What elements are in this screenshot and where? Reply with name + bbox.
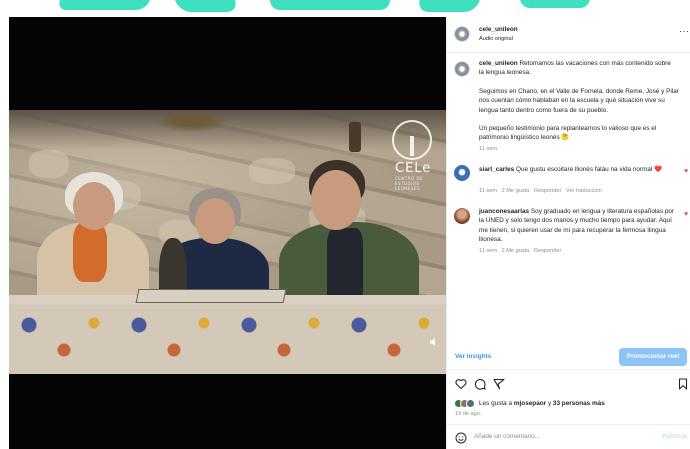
avatar xyxy=(466,399,475,408)
comment-icon[interactable] xyxy=(474,377,486,390)
comment-reply[interactable]: Responder xyxy=(534,188,561,194)
face xyxy=(311,170,361,230)
cele-logo-icon xyxy=(392,120,432,160)
caption-text-3: Un pequeño testimonio para replantearnos… xyxy=(479,125,657,142)
mute-icon[interactable] xyxy=(429,337,439,347)
background-shape xyxy=(520,0,590,8)
reel-video-player[interactable]: CELe CENTRO DE ESTUDIOS LEONESES xyxy=(9,17,446,449)
more-icon[interactable]: ··· xyxy=(679,27,690,36)
comment-reply[interactable]: Responder xyxy=(534,248,561,254)
comment-username[interactable]: siarl_carles xyxy=(479,166,514,173)
scarf xyxy=(73,222,107,282)
comment-likes[interactable]: 2 Me gusta xyxy=(502,188,530,194)
avatar[interactable] xyxy=(454,208,470,224)
comment: siarl_carles Que gustu escoitare llionés… xyxy=(479,165,674,174)
comment: juanconesaarlas Soy graduado en lengua y… xyxy=(479,207,679,245)
video-logo-subtext: CENTRO DE ESTUDIOS LEONESES xyxy=(395,176,424,191)
comment-time: 11 sem xyxy=(479,188,497,194)
tablecloth-pattern xyxy=(9,305,446,374)
background-shape xyxy=(56,0,154,10)
likes-connector: y xyxy=(547,400,552,407)
video-frame[interactable]: CELe CENTRO DE ESTUDIOS LEONESES xyxy=(9,110,446,374)
avatar[interactable] xyxy=(454,26,470,42)
background-shape xyxy=(270,0,390,10)
stone xyxy=(249,158,295,184)
bookmark-icon[interactable] xyxy=(677,377,689,390)
comment-text: Que gustu escoitare llionés falàu na vid… xyxy=(515,166,663,173)
avatar[interactable] xyxy=(454,61,470,77)
share-icon[interactable] xyxy=(493,377,505,390)
likes-summary: Les gusta a mjosepaor y 33 personas más xyxy=(479,400,605,407)
comment-time: 11 sem xyxy=(479,248,497,254)
divider xyxy=(447,424,690,425)
emoji-icon[interactable] xyxy=(455,431,467,444)
insights-link[interactable]: Ver insights xyxy=(455,353,491,360)
audio-label[interactable]: Audio original xyxy=(479,35,513,43)
heart-icon[interactable] xyxy=(455,377,467,390)
comment-meta: 11 sem 2 Me gusta Responder Ver traducci… xyxy=(479,187,679,195)
promote-reel-button[interactable]: Promocionar reel xyxy=(619,348,687,366)
likes-prefix: Les gusta a xyxy=(479,400,513,407)
wall-decoration xyxy=(155,110,229,132)
divider xyxy=(447,52,690,53)
caption-text-2: Seguimos en Chano, en el Valle de Fornel… xyxy=(479,88,679,114)
comment-translate[interactable]: Ver traducción xyxy=(566,188,602,194)
stone xyxy=(29,150,69,178)
liker-avatars[interactable] xyxy=(454,399,476,408)
avatar[interactable] xyxy=(454,165,470,181)
post-details-panel: cele_unileon Audio original ··· cele_uni… xyxy=(446,17,690,449)
heart-icon[interactable]: ♥ xyxy=(684,211,688,218)
photo-album xyxy=(135,289,287,303)
publish-button[interactable]: Publicar xyxy=(662,433,687,440)
post-username[interactable]: cele_unileon xyxy=(479,25,518,34)
comment-meta: 11 sem 2 Me gusta Responder xyxy=(479,247,679,255)
screen: CELe CENTRO DE ESTUDIOS LEONESES cele_un… xyxy=(0,0,690,449)
divider xyxy=(447,369,690,370)
caption-time: 11 sem xyxy=(479,146,497,152)
comment-username[interactable]: juanconesaarlas xyxy=(479,208,529,215)
likes-others[interactable]: 33 personas más xyxy=(553,400,605,407)
video-logo-text: CELe xyxy=(395,161,432,176)
wall-clock xyxy=(349,122,361,152)
caption: cele_unileon Retomamos las vacaciones co… xyxy=(479,59,677,78)
comment-likes[interactable]: 2 Me gusta xyxy=(502,248,530,254)
background-shape xyxy=(171,0,239,12)
comment-input[interactable]: Añade un comentario... xyxy=(474,433,540,440)
face xyxy=(73,182,115,230)
post-date: 19 de ago. xyxy=(455,411,482,417)
likes-user[interactable]: mjosepaor xyxy=(514,400,546,407)
caption-username[interactable]: cele_unileon xyxy=(479,60,518,67)
heart-icon[interactable]: ♥ xyxy=(684,168,688,175)
face xyxy=(195,198,235,244)
background-shape xyxy=(416,0,484,12)
